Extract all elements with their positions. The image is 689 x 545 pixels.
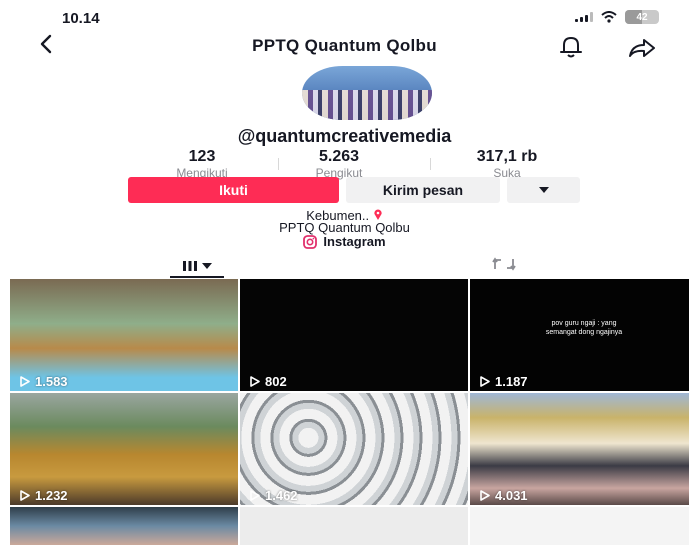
play-icon [250,490,260,501]
video-caption-line: semangat dong ngajinya [545,329,623,336]
video-views-count: 1.232 [35,488,68,503]
bell-icon[interactable] [558,35,584,64]
video-caption-line: pov guru ngaji : yang [551,320,617,327]
status-icons: 42 [575,10,659,24]
stat-followers-value: 5.263 [318,148,360,165]
instagram-link[interactable]: Instagram [0,234,689,249]
follow-button[interactable]: Ikuti [128,177,339,203]
play-icon [20,490,30,501]
username: @quantumcreativemedia [237,126,452,146]
caret-down-icon [538,187,549,193]
avatar[interactable] [302,66,432,120]
stat-likes-value: 317,1 rb [476,148,538,165]
bio-line-name: PPTQ Quantum Qolbu [279,220,410,235]
video-tile[interactable]: pov guru ngaji : yang semangat dong ngaj… [470,279,689,391]
play-icon [480,490,490,501]
page-title: PPTQ Quantum Qolbu [252,36,437,55]
video-tile[interactable] [10,507,238,545]
stat-following-value: 123 [188,148,216,165]
suggestions-dropdown-button[interactable] [507,177,580,203]
stat-likes[interactable]: 317,1 rb Suka [447,148,567,181]
signal-icon [575,12,593,22]
video-views: 1.187 [480,374,528,389]
stat-following[interactable]: 123 Mengikuti [142,148,262,181]
play-icon [250,376,260,387]
video-views-count: 4.031 [495,488,528,503]
video-caption: pov guru ngaji : yang semangat dong ngaj… [470,319,689,337]
video-tile[interactable]: 802 [240,279,468,391]
video-views-count: 1.187 [495,374,528,389]
grid-icon [183,261,197,271]
play-icon [20,376,30,387]
video-tile-placeholder [470,507,689,545]
instagram-link-label: Instagram [323,234,386,249]
video-views: 1.583 [20,374,68,389]
video-grid: 1.583 802 pov guru ngaji : yang semangat… [10,279,689,545]
video-tile[interactable]: 4.031 [470,393,689,505]
video-tile[interactable]: 1.462 [240,393,468,505]
tab-reposts[interactable] [492,256,516,277]
video-views-count: 1.462 [265,488,298,503]
video-tile[interactable]: 1.232 [10,393,238,505]
status-time: 10.14 [62,10,100,27]
share-icon[interactable] [628,38,656,63]
instagram-icon [303,234,318,249]
battery-icon: 42 [625,10,659,24]
message-button[interactable]: Kirim pesan [346,177,500,203]
wifi-icon [601,11,617,23]
video-views: 4.031 [480,488,528,503]
battery-level: 42 [636,11,648,23]
stat-followers[interactable]: 5.263 Pengikut [279,148,399,181]
caret-down-icon [202,263,212,269]
tab-videos[interactable] [170,256,224,276]
tab-active-indicator [170,276,224,278]
video-tile[interactable]: 1.583 [10,279,238,391]
video-views-count: 802 [265,374,287,389]
video-views: 802 [250,374,287,389]
play-icon [480,376,490,387]
stat-divider [430,158,431,170]
video-views: 1.232 [20,488,68,503]
repost-icon [492,257,516,271]
video-tile-placeholder [240,507,468,545]
video-views: 1.462 [250,488,298,503]
video-views-count: 1.583 [35,374,68,389]
